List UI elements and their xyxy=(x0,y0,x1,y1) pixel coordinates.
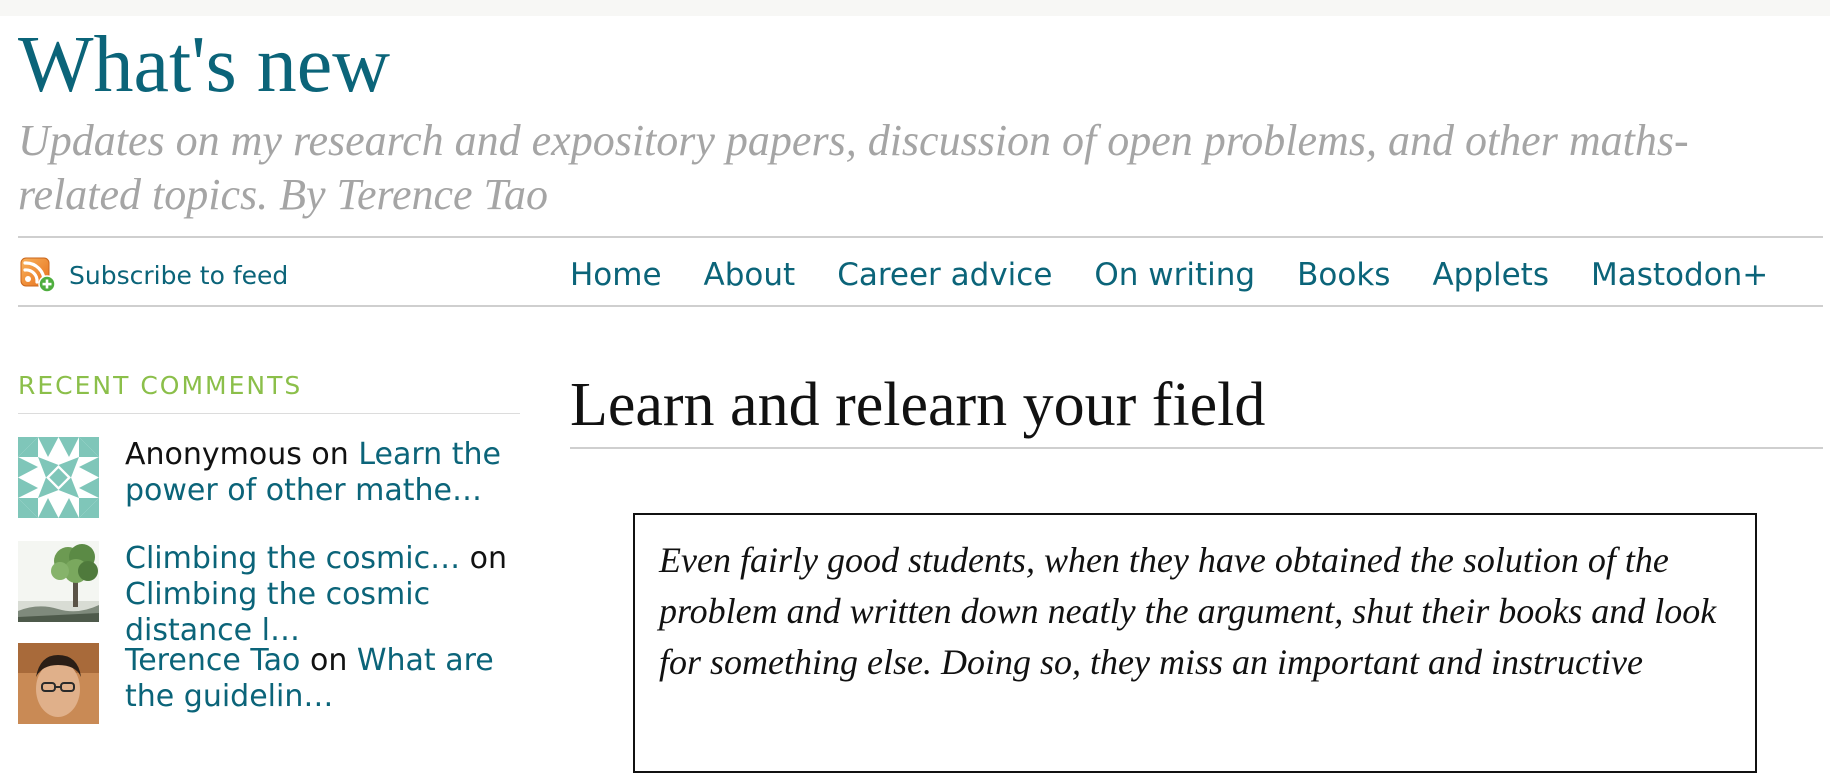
comment-text: Climbing the cosmic… on Climbing the cos… xyxy=(125,541,535,649)
nav-home[interactable]: Home xyxy=(570,257,662,293)
post-title[interactable]: Learn and relearn your field xyxy=(570,370,1265,440)
comment-on: on xyxy=(460,541,508,576)
post-title-divider xyxy=(570,447,1823,449)
nav-books[interactable]: Books xyxy=(1297,257,1390,293)
comment-on: on xyxy=(300,643,357,678)
comment-text: Anonymous on Learn the power of other ma… xyxy=(125,437,535,509)
comment-post-link[interactable]: Climbing the cosmic distance l… xyxy=(125,577,430,648)
nav-on-writing[interactable]: On writing xyxy=(1094,257,1255,293)
subscribe-feed-link[interactable]: Subscribe to feed xyxy=(20,257,288,293)
site-title[interactable]: What's new xyxy=(18,20,390,110)
nav-career-advice[interactable]: Career advice xyxy=(837,257,1052,293)
recent-comments-title: RECENT COMMENTS xyxy=(18,371,303,400)
main-nav: Home About Career advice On writing Book… xyxy=(570,254,1810,296)
comment-on: on xyxy=(301,437,359,472)
nav-mastodon[interactable]: Mastodon+ xyxy=(1591,257,1768,293)
comment-author-link[interactable]: Climbing the cosmic… xyxy=(125,541,460,576)
comment-author-link[interactable]: Terence Tao xyxy=(125,643,300,678)
tree-photo-avatar[interactable] xyxy=(18,541,99,622)
subscribe-feed-label[interactable]: Subscribe to feed xyxy=(69,261,288,290)
top-strip xyxy=(0,0,1830,16)
nav-about[interactable]: About xyxy=(704,257,796,293)
site-description: Updates on my research and expository pa… xyxy=(18,116,1689,219)
comment-text: Terence Tao on What are the guidelin… xyxy=(125,643,535,715)
header-divider-top xyxy=(18,236,1823,238)
sidebar-divider xyxy=(18,413,520,414)
header-divider-bottom xyxy=(18,305,1823,307)
person-photo-avatar[interactable] xyxy=(18,643,99,724)
blockquote-text: Even fairly good students, when they hav… xyxy=(659,540,1717,682)
identicon-avatar[interactable] xyxy=(18,437,99,518)
comment-author: Anonymous xyxy=(125,437,302,472)
nav-applets[interactable]: Applets xyxy=(1432,257,1549,293)
post-blockquote: Even fairly good students, when they hav… xyxy=(633,513,1757,773)
rss-feed-icon xyxy=(20,257,56,293)
